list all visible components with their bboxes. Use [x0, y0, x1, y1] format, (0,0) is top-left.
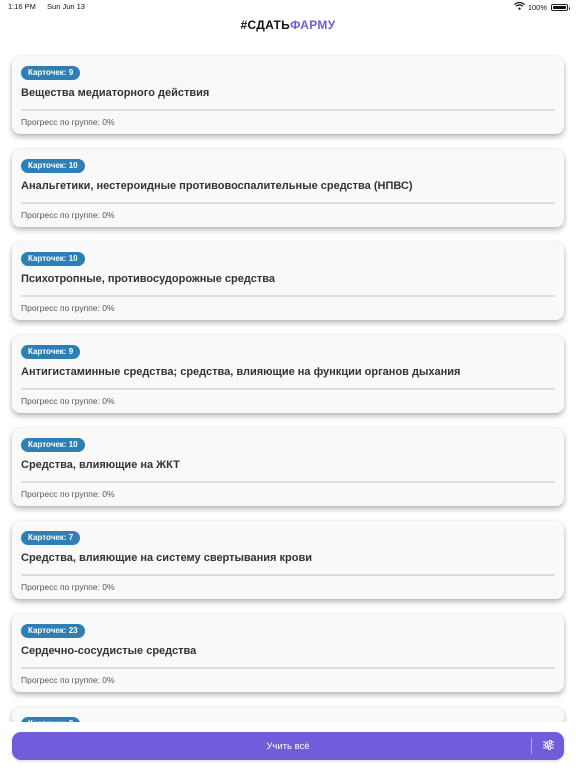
group-card[interactable]: Карточек: 10 Анальгетики, нестероидные пр…	[12, 149, 564, 227]
group-title: Средства, влияющие на систему свертывани…	[21, 552, 313, 564]
sliders-icon	[542, 739, 554, 753]
card-count-badge: Карточек: 10	[21, 159, 85, 173]
brand-prefix: #СДАТЬ	[240, 18, 291, 32]
app-logo: #СДАТЬФАРМУ	[0, 18, 576, 32]
brand-accent: ФАРМУ	[290, 18, 336, 32]
group-progress-bar	[21, 109, 555, 111]
study-all-button[interactable]: Учить всё	[12, 732, 564, 760]
card-count-badge: Карточек: 23	[21, 624, 85, 638]
battery-percent: 100%	[527, 2, 547, 12]
group-card[interactable]: Карточек: 7 Средства, влияющие на систему…	[12, 521, 564, 599]
status-bar: 1:16 PM Sun Jun 13 100%	[0, 0, 576, 14]
group-title: Вещества медиаторного действия	[21, 87, 210, 99]
group-progress-label: Прогресс по группе: 0%	[21, 489, 115, 499]
group-progress-label: Прогресс по группе: 0%	[21, 675, 115, 685]
card-count-badge: Карточек: 7	[21, 531, 81, 545]
group-progress-label: Прогресс по группе: 0%	[21, 582, 115, 592]
card-count-badge: Карточек: 10	[21, 438, 85, 452]
group-card[interactable]: Карточек: 23 Сердечно-сосудистые средства…	[12, 614, 564, 692]
group-title: Сердечно-сосудистые средства	[21, 645, 197, 657]
group-progress-bar	[21, 481, 555, 483]
group-list: Карточек: 9 Вещества медиаторного действи…	[12, 56, 564, 742]
group-progress-label: Прогресс по группе: 0%	[21, 303, 115, 313]
group-card[interactable]: Карточек: 9 Вещества медиаторного действи…	[12, 56, 564, 134]
battery-icon	[551, 3, 570, 11]
group-progress-label: Прогресс по группе: 0%	[21, 210, 115, 220]
group-title: Анальгетики, нестероидные противовоспали…	[21, 180, 413, 192]
status-date: Sun Jun 13	[47, 2, 85, 11]
group-progress-label: Прогресс по группе: 0%	[21, 117, 115, 127]
filter-button[interactable]	[532, 732, 564, 760]
group-title: Психотропные, противосудорожные средства	[21, 273, 275, 285]
group-progress-bar	[21, 202, 555, 204]
group-card[interactable]: Карточек: 10 Средства, влияющие на ЖКТ Про…	[12, 428, 564, 506]
card-count-badge: Карточек: 10	[21, 252, 85, 266]
group-progress-bar	[21, 574, 555, 576]
group-progress-bar	[21, 667, 555, 669]
group-title: Антигистаминные средства; средства, влия…	[21, 366, 461, 378]
group-progress-bar	[21, 388, 555, 390]
wifi-icon	[513, 1, 525, 12]
card-count-badge: Карточек: 9	[21, 66, 81, 80]
card-count-badge: Карточек: 9	[21, 345, 81, 359]
group-card[interactable]: Карточек: 9 Антигистаминные средства; сре…	[12, 335, 564, 413]
group-progress-bar	[21, 295, 555, 297]
group-title: Средства, влияющие на ЖКТ	[21, 459, 180, 471]
group-progress-label: Прогресс по группе: 0%	[21, 396, 115, 406]
status-time: 1:16 PM	[8, 2, 36, 11]
group-card[interactable]: Карточек: 10 Психотропные, противосудорож…	[12, 242, 564, 320]
bottom-bar: Учить всё	[0, 722, 576, 768]
study-all-label: Учить всё	[266, 740, 310, 752]
